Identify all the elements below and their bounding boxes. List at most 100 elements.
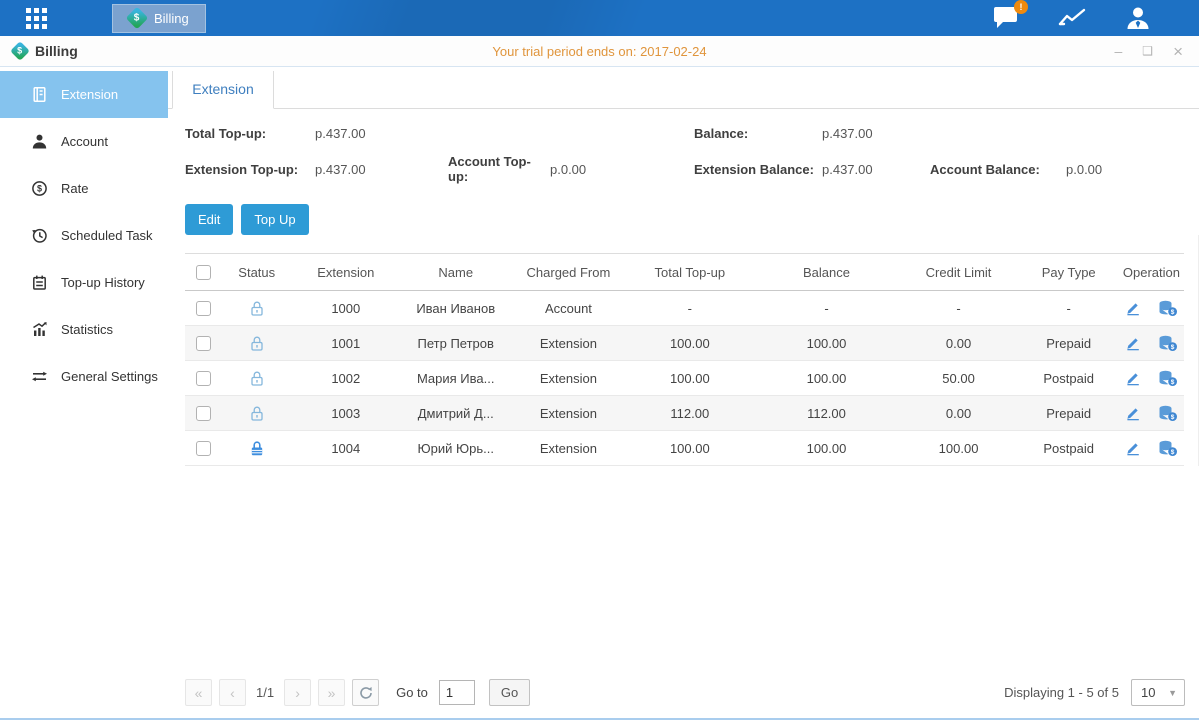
status-lock-icon — [249, 335, 265, 350]
cell-credit-limit: 0.00 — [899, 396, 1019, 431]
tab-extension[interactable]: Extension — [172, 71, 274, 109]
top-up-extension-button[interactable]: $ — [1158, 300, 1178, 317]
top-up-extension-button[interactable]: $ — [1158, 405, 1178, 422]
col-operation: Operation — [1119, 254, 1184, 291]
row-checkbox[interactable] — [196, 336, 211, 351]
row-checkbox[interactable] — [196, 406, 211, 421]
col-extension: Extension — [292, 254, 400, 291]
pagination-bar: « ‹ 1/1 › » Go to Go Di — [168, 669, 1199, 718]
pager: « ‹ 1/1 › » Go to Go — [185, 679, 530, 706]
col-balance: Balance — [754, 254, 898, 291]
window-titlebar: $ Billing Your trial period ends on: 201… — [0, 36, 1199, 67]
sidebar-item-statistics[interactable]: Statistics — [0, 306, 168, 353]
refresh-button[interactable] — [352, 679, 379, 706]
cell-pay-type: Postpaid — [1018, 431, 1118, 466]
cell-total-topup: 100.00 — [625, 431, 754, 466]
go-button[interactable]: Go — [489, 679, 530, 706]
account-topup-value: p.0.00 — [550, 162, 694, 177]
edit-extension-button[interactable] — [1124, 300, 1142, 316]
page-size-select[interactable]: 10 ▼ — [1131, 679, 1185, 706]
top-up-extension-button[interactable]: $ — [1158, 440, 1178, 457]
cell-extension: 1002 — [292, 361, 400, 396]
billing-window-icon: $ — [10, 41, 30, 61]
user-account-button[interactable] — [1125, 6, 1151, 30]
cell-charged-from: Extension — [512, 431, 626, 466]
svg-text:$: $ — [37, 184, 42, 194]
pencil-icon — [1124, 335, 1142, 351]
cell-balance: 100.00 — [754, 431, 898, 466]
sidebar-item-label: Top-up History — [61, 275, 145, 290]
sidebar-item-scheduled-task[interactable]: Scheduled Task — [0, 212, 168, 259]
cell-charged-from: Extension — [512, 326, 626, 361]
table-row[interactable]: 1001 Петр Петров Extension 100.00 100.00… — [185, 326, 1184, 361]
top-up-extension-button[interactable]: $ — [1158, 370, 1178, 387]
edit-button[interactable]: Edit — [185, 204, 233, 235]
table-row[interactable]: 1002 Мария Ива... Extension 100.00 100.0… — [185, 361, 1184, 396]
resource-monitor-button[interactable] — [1058, 7, 1087, 29]
extension-ledger-icon — [31, 86, 48, 103]
maximize-button[interactable]: ❑ — [1142, 45, 1153, 57]
taskbar-item-billing[interactable]: $ Billing — [112, 4, 206, 33]
first-page-button[interactable]: « — [185, 679, 212, 706]
next-page-button[interactable]: › — [284, 679, 311, 706]
extension-table-wrap: Status Extension Name Charged From Total… — [168, 235, 1199, 466]
topbar-tray: ! — [993, 6, 1199, 30]
sidebar-item-extension[interactable]: Extension — [0, 71, 168, 118]
top-up-button[interactable]: Top Up — [241, 204, 308, 235]
extension-balance-value: p.437.00 — [822, 162, 930, 177]
sidebar-item-general-settings[interactable]: General Settings — [0, 353, 168, 400]
total-topup-label: Total Top-up: — [185, 126, 315, 141]
taskbar-item-label: Billing — [154, 11, 189, 26]
table-row[interactable]: 1000 Иван Иванов Account - - - - — [185, 291, 1184, 326]
prev-page-button[interactable]: ‹ — [219, 679, 246, 706]
cell-name: Дмитрий Д... — [400, 396, 512, 431]
table-row[interactable]: 1003 Дмитрий Д... Extension 112.00 112.0… — [185, 396, 1184, 431]
sidebar-item-rate[interactable]: $ Rate — [0, 165, 168, 212]
rate-coin-icon: $ — [31, 180, 48, 197]
row-checkbox[interactable] — [196, 301, 211, 316]
extension-table: Status Extension Name Charged From Total… — [185, 253, 1184, 466]
messages-button[interactable]: ! — [993, 6, 1020, 30]
table-row[interactable]: 1004 Юрий Юрь... Extension 100.00 100.00… — [185, 431, 1184, 466]
edit-extension-button[interactable] — [1124, 440, 1142, 456]
account-balance-label: Account Balance: — [930, 162, 1066, 177]
goto-page-input[interactable] — [439, 680, 475, 705]
cell-balance: 112.00 — [754, 396, 898, 431]
cell-charged-from: Account — [512, 291, 626, 326]
row-checkbox[interactable] — [196, 441, 211, 456]
app-launcher-button[interactable] — [0, 8, 72, 29]
last-page-button[interactable]: » — [318, 679, 345, 706]
edit-extension-button[interactable] — [1124, 370, 1142, 386]
sidebar-item-label: Scheduled Task — [61, 228, 153, 243]
top-up-extension-button[interactable]: $ — [1158, 335, 1178, 352]
cell-name: Юрий Юрь... — [400, 431, 512, 466]
status-lock-icon — [249, 370, 265, 385]
svg-text:$: $ — [1171, 414, 1175, 421]
edit-extension-button[interactable] — [1124, 335, 1142, 351]
balance-value: p.437.00 — [822, 126, 930, 141]
notification-badge: ! — [1014, 0, 1028, 14]
cell-credit-limit: - — [899, 291, 1019, 326]
refresh-icon — [359, 686, 373, 700]
coins-icon: $ — [1158, 335, 1178, 352]
select-all-checkbox[interactable] — [196, 265, 211, 280]
sidebar-item-account[interactable]: Account — [0, 118, 168, 165]
sidebar-item-topup-history[interactable]: Top-up History — [0, 259, 168, 306]
apps-grid-icon — [26, 8, 47, 29]
minimize-button[interactable]: – — [1115, 44, 1123, 58]
edit-extension-button[interactable] — [1124, 405, 1142, 421]
close-button[interactable]: × — [1173, 43, 1183, 60]
topup-history-notepad-icon — [31, 274, 48, 291]
extension-topup-label: Extension Top-up: — [185, 162, 315, 177]
col-total-topup: Total Top-up — [625, 254, 754, 291]
cell-charged-from: Extension — [512, 361, 626, 396]
row-checkbox[interactable] — [196, 371, 211, 386]
cell-name: Петр Петров — [400, 326, 512, 361]
user-silhouette-icon — [1125, 6, 1151, 30]
col-name: Name — [400, 254, 512, 291]
cell-credit-limit: 100.00 — [899, 431, 1019, 466]
sidebar-item-label: Rate — [61, 181, 88, 196]
svg-text:$: $ — [1171, 449, 1175, 456]
col-charged-from: Charged From — [512, 254, 626, 291]
summary-panel: Total Top-up: p.437.00 Balance: p.437.00… — [168, 109, 1199, 196]
